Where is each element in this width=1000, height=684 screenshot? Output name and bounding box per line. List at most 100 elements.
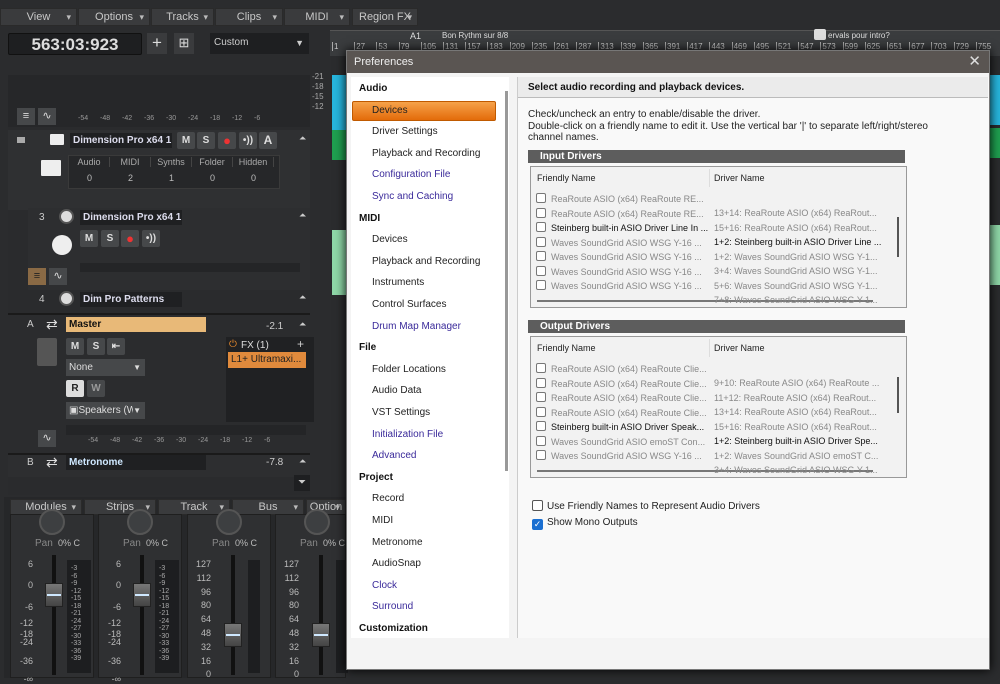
driver-checkbox[interactable] (536, 193, 546, 203)
collapse-track-icon[interactable]: ⏶ (299, 133, 306, 144)
marker[interactable]: A1 (410, 31, 421, 41)
driver-checkbox[interactable] (536, 450, 546, 460)
friendly-name[interactable]: Waves SoundGrid ASIO WSG Y-16 ... (551, 451, 702, 461)
friendly-name[interactable]: ReaRoute ASIO (x64) ReaRoute Clie... (551, 364, 707, 374)
menu-clips[interactable]: Clips (215, 8, 283, 26)
record-button[interactable]: ● (121, 230, 139, 247)
friendly-name[interactable]: Steinberg built-in ASIO Driver Speak... (551, 422, 704, 432)
marker-handle-icon[interactable] (814, 29, 826, 40)
friendly-name[interactable]: ReaRoute ASIO (x64) ReaRoute RE... (551, 194, 704, 204)
vertical-scrollbar[interactable] (897, 377, 899, 413)
checkbox-icon[interactable] (532, 500, 543, 511)
marker[interactable]: Bon Rythm sur 8/8 (442, 31, 508, 40)
input-drivers-list[interactable]: Friendly Name Driver Name ReaRoute ASIO … (530, 166, 907, 308)
solo-button[interactable]: S (101, 230, 119, 247)
fader-handle[interactable] (133, 583, 151, 607)
power-icon[interactable]: ⏻ (229, 339, 237, 350)
driver-checkbox[interactable] (536, 236, 546, 247)
friendly-name[interactable]: Steinberg built-in ASIO Driver Line In .… (551, 223, 708, 233)
nav-item-devices[interactable]: Devices (372, 105, 408, 116)
friendly-name[interactable]: Waves SoundGrid ASIO WSG Y-16 ... (551, 281, 702, 291)
driver-checkbox[interactable] (536, 392, 546, 402)
menu-view[interactable]: View (0, 8, 77, 26)
pan-knob[interactable] (216, 509, 242, 535)
mute-button[interactable]: M (177, 132, 195, 149)
friendly-name[interactable]: ReaRoute ASIO (x64) ReaRoute Clie... (551, 379, 707, 389)
nav-item-surround[interactable]: Surround (372, 601, 413, 612)
volume-fader-track[interactable] (231, 555, 235, 675)
bus-name[interactable]: Master (66, 317, 206, 332)
volume-fader-track[interactable] (140, 555, 144, 675)
driver-checkbox[interactable] (536, 363, 546, 373)
nav-item-playback-and-recording[interactable]: Playback and Recording (372, 256, 480, 267)
nav-item-metronome[interactable]: Metronome (372, 537, 423, 548)
pan-knob[interactable] (127, 509, 153, 535)
bus-volume[interactable]: -2.1 (266, 321, 283, 332)
nav-item-initialization-file[interactable]: Initialization File (372, 429, 443, 440)
driver-checkbox[interactable] (536, 435, 546, 446)
friendly-name[interactable]: Waves SoundGrid ASIO WSG Y-16 ... (551, 238, 702, 248)
track-name[interactable]: Dimension Pro x64 1 (80, 210, 182, 225)
track-name[interactable]: Dimension Pro x64 1 (70, 133, 172, 148)
driver-checkbox[interactable] (536, 377, 546, 388)
friendly-name[interactable]: Waves SoundGrid ASIO emoST Con... (551, 437, 705, 447)
track-name[interactable]: Dim Pro Patterns (80, 292, 182, 307)
driver-row[interactable]: Waves SoundGrid ASIO WSG Y-16 ... 3+4: Wa… (536, 449, 891, 475)
menu-tracks[interactable]: Tracks (151, 8, 214, 26)
nav-item-instruments[interactable]: Instruments (372, 277, 424, 288)
clip-waveform-green-right[interactable] (990, 225, 1000, 285)
friendly-name[interactable]: Waves SoundGrid ASIO WSG Y-16 ... (551, 252, 702, 262)
menu-region-fx[interactable]: Region FX (352, 8, 418, 26)
driver-row[interactable]: ReaRoute ASIO (x64) ReaRoute Clie... 11+1… (536, 377, 891, 403)
friendly-name[interactable]: ReaRoute ASIO (x64) ReaRoute Clie... (551, 408, 707, 418)
driver-checkbox[interactable] (536, 207, 546, 218)
nav-item-audiosnap[interactable]: AudioSnap (372, 558, 421, 569)
collapse-track-icon[interactable]: ⏶ (299, 456, 306, 467)
driver-row[interactable]: ReaRoute ASIO (x64) ReaRoute Clie... 15+1… (536, 406, 891, 432)
nav-item-devices[interactable]: Devices (372, 234, 408, 245)
solo-button[interactable]: S (197, 132, 215, 149)
automation-icon[interactable]: ∿ (49, 268, 67, 285)
mute-button[interactable]: M (80, 230, 98, 247)
monitor-button[interactable]: •)) (239, 132, 257, 149)
driver-row[interactable]: Steinberg built-in ASIO Driver Speak... 1… (536, 420, 891, 446)
driver-checkbox[interactable] (536, 406, 546, 417)
nav-item-record[interactable]: Record (372, 493, 404, 504)
output-drivers-list[interactable]: Friendly Name Driver Name ReaRoute ASIO … (530, 336, 907, 478)
menu-options[interactable]: Options (78, 8, 150, 26)
clip-waveform-green[interactable] (332, 230, 346, 295)
collapse-icon[interactable] (17, 137, 25, 143)
input-select[interactable]: None ▼ (66, 359, 145, 376)
mute-button[interactable]: M (66, 338, 84, 355)
driver-checkbox[interactable] (536, 280, 546, 290)
fx-plugin[interactable]: L1+ Ultramaxi... (228, 352, 306, 368)
nav-scrollbar[interactable] (505, 91, 508, 471)
bus-name[interactable]: Metronome (66, 455, 206, 470)
close-icon[interactable]: ✕ (968, 51, 981, 73)
fader-handle[interactable] (45, 583, 63, 607)
driver-row[interactable]: ReaRoute ASIO (x64) ReaRoute Clie... 9+10… (536, 362, 891, 388)
clip-green-right[interactable] (990, 128, 1000, 158)
nav-item-folder-locations[interactable]: Folder Locations (372, 364, 446, 375)
col-friendly-name[interactable]: Friendly Name (537, 173, 596, 183)
driver-row[interactable]: Waves SoundGrid ASIO WSG Y-16 ... 1+2: Wa… (536, 236, 891, 262)
clip-waveform-blue-right[interactable] (990, 75, 1000, 125)
fader-handle[interactable] (224, 623, 242, 647)
driver-row[interactable]: ReaRoute ASIO (x64) ReaRoute Clie... 13+1… (536, 391, 891, 417)
track-view-icon[interactable]: ≡ (17, 108, 35, 125)
driver-checkbox[interactable] (536, 265, 546, 276)
driver-checkbox[interactable] (536, 222, 546, 232)
col-friendly-name[interactable]: Friendly Name (537, 343, 596, 353)
friendly-name[interactable]: ReaRoute ASIO (x64) ReaRoute Clie... (551, 393, 707, 403)
time-display[interactable]: 563:03:923 (8, 33, 142, 55)
nav-item-audio-data[interactable]: Audio Data (372, 385, 421, 396)
add-track-icon[interactable]: ⊞ (174, 33, 194, 54)
collapse-track-icon[interactable]: ⏶ (299, 292, 306, 303)
vertical-scrollbar[interactable] (897, 217, 899, 257)
nav-item-configuration-file[interactable]: Configuration File (372, 169, 450, 180)
solo-button[interactable]: S (87, 338, 105, 355)
driver-row[interactable]: Waves SoundGrid ASIO emoST Con... 1+2: Wa… (536, 435, 891, 461)
driver-row[interactable]: Waves SoundGrid ASIO WSG Y-16 ... 3+4: Wa… (536, 250, 891, 276)
nav-item-drum-map-manager[interactable]: Drum Map Manager (372, 321, 461, 332)
read-automation-button[interactable]: R (66, 380, 84, 397)
